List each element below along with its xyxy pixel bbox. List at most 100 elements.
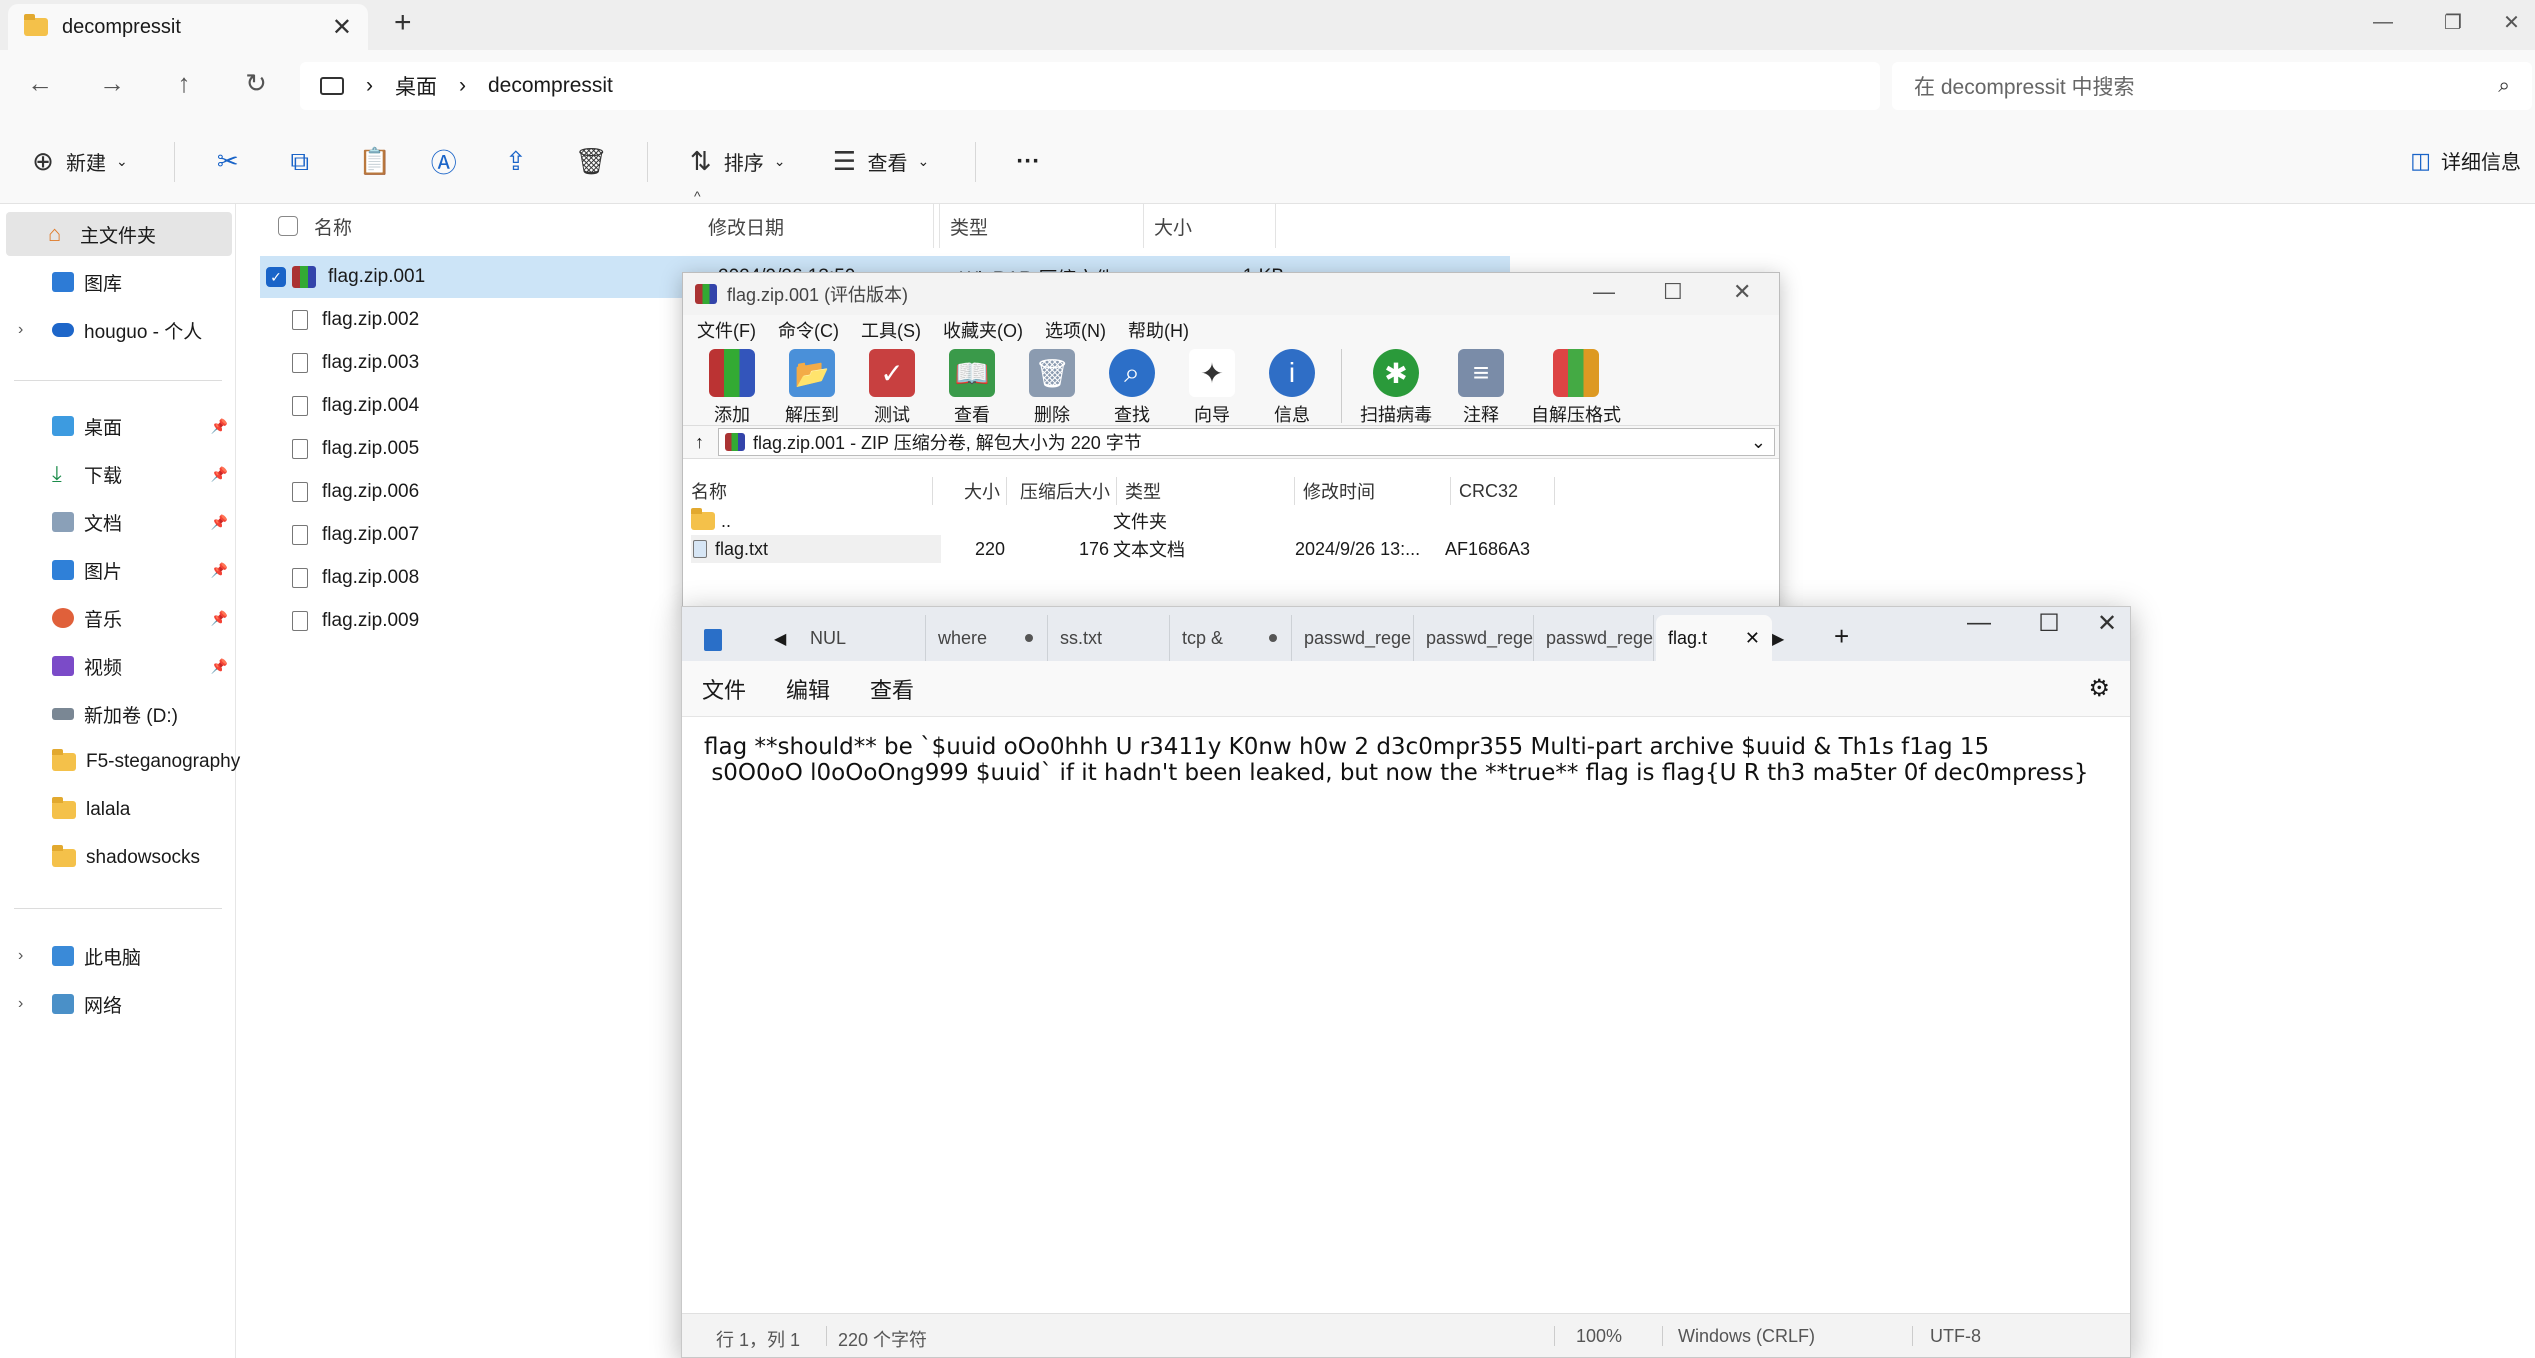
chevron-down-icon[interactable]: ⌄ [1751,432,1766,453]
menu-help[interactable]: 帮助(H) [1128,317,1189,343]
new-button[interactable]: ⊕ 新建 ⌄ [30,146,128,177]
rename-button[interactable]: Ⓐ [431,143,457,180]
new-tab-button[interactable]: + [1834,621,1849,652]
sidebar-item-videos[interactable]: 视频 📌 [0,644,236,688]
sidebar-item-f5-steganography[interactable]: F5-steganography [0,740,240,784]
tab-tcp[interactable]: tcp & [1170,615,1292,661]
text-editor[interactable]: flag **should** be `$uuid oOo0hhh U r341… [682,717,2130,1315]
pin-icon[interactable]: 📌 [211,514,228,531]
sidebar-item-onedrive[interactable]: › houguo - 个人 [0,308,236,352]
chevron-right-icon[interactable]: › [18,995,23,1013]
delete-button[interactable]: 🗑 删除 [1017,349,1087,427]
restore-button[interactable]: ❐ [2418,0,2488,44]
sidebar-item-home[interactable]: ⌂ 主文件夹 [6,212,232,256]
copy-button[interactable]: ⧉ [287,146,313,178]
pin-icon[interactable]: 📌 [211,418,228,435]
menu-file[interactable]: 文件 [702,673,746,705]
pin-icon[interactable]: 📌 [211,466,228,483]
address-bar[interactable]: › 桌面 › decompressit [300,62,1880,110]
tab-ss-txt[interactable]: ss.txt [1048,615,1170,661]
maximize-button[interactable]: ☐ [2024,609,2074,638]
sfx-button[interactable]: 自解压格式 [1526,349,1626,427]
minimize-button[interactable]: — [2348,0,2418,44]
info-button[interactable]: i 信息 [1257,349,1327,427]
forward-icon[interactable]: → [92,68,132,99]
tab-where[interactable]: where [926,615,1048,661]
menu-commands[interactable]: 命令(C) [778,317,839,343]
menu-view[interactable]: 查看 [870,673,914,705]
encoding[interactable]: UTF-8 [1930,1326,1981,1347]
pin-icon[interactable]: 📌 [211,658,228,675]
scroll-tabs-left-icon[interactable]: ◀ [774,629,786,649]
find-button[interactable]: ⌕ 查找 [1097,349,1167,427]
menu-edit[interactable]: 编辑 [786,673,830,705]
rar-column-type[interactable]: 类型 [1117,477,1295,505]
rar-column-name[interactable]: 名称 [683,477,933,505]
sidebar-item-drive-d[interactable]: 新加卷 (D:) [0,692,236,736]
pin-icon[interactable]: 📌 [211,610,228,627]
tab-passwd-1[interactable]: passwd_rege [1292,615,1414,661]
close-tab-icon[interactable]: ✕ [1745,628,1760,649]
scan-virus-button[interactable]: ✱ 扫描病毒 [1356,349,1436,427]
rar-column-size[interactable]: 大小 [933,477,1007,505]
column-header-type[interactable]: 类型 [940,204,1144,248]
paste-button[interactable]: 📋 [359,146,391,177]
maximize-button[interactable]: ☐ [1663,279,1683,305]
view-button[interactable]: 📖 查看 [937,349,1007,427]
winrar-title-bar[interactable]: flag.zip.001 (评估版本) — ☐ ✕ [683,273,1779,315]
rar-column-packed[interactable]: 压缩后大小 [1007,477,1117,505]
view-button[interactable]: ☰ 查看 ⌄ [831,146,929,177]
sidebar-item-network[interactable]: › 网络 [0,982,236,1026]
sidebar-item-this-pc[interactable]: › 此电脑 [0,934,236,978]
zoom-level[interactable]: 100% [1576,1326,1622,1347]
column-header-size[interactable]: 大小 [1144,204,1276,248]
add-button[interactable]: 添加 [697,349,767,427]
delete-button[interactable]: 🗑 [575,146,608,177]
cut-button[interactable]: ✂ [215,146,241,177]
close-tab-icon[interactable]: ✕ [332,13,352,42]
sidebar-item-documents[interactable]: 文档 📌 [0,500,236,544]
chevron-right-icon[interactable]: › [18,947,23,965]
sidebar-item-downloads[interactable]: ⤓ 下载 📌 [0,452,236,496]
settings-gear-icon[interactable]: ⚙ [2088,674,2110,703]
breadcrumb-folder[interactable]: decompressit [488,74,613,98]
up-folder-icon[interactable]: ↑ [695,432,704,453]
sidebar-item-gallery[interactable]: 图库 [0,260,236,304]
close-window-button[interactable]: ✕ [2082,609,2132,638]
column-header-date[interactable]: 修改日期 [698,204,940,248]
rar-column-crc[interactable]: CRC32 [1451,477,1555,505]
search-input[interactable]: 在 decompressit 中搜索 ⌕ [1892,62,2532,110]
share-button[interactable]: ⇪ [503,146,529,177]
refresh-icon[interactable]: ↻ [236,68,276,99]
tab-passwd-2[interactable]: passwd_rege [1414,615,1534,661]
close-window-button[interactable]: ✕ [1733,279,1751,305]
sidebar-item-shadowsocks[interactable]: shadowsocks [0,836,236,880]
sidebar-item-pictures[interactable]: 图片 📌 [0,548,236,592]
row-checkbox[interactable]: ✓ [266,267,286,287]
up-icon[interactable]: ↑ [164,68,204,99]
extract-to-button[interactable]: 📂 解压到 [777,349,847,427]
tab-passwd-3[interactable]: passwd_rege [1534,615,1654,661]
menu-tools[interactable]: 工具(S) [861,317,921,343]
details-pane-button[interactable]: ◫ 详细信息 [2410,146,2521,175]
comment-button[interactable]: ≡ 注释 [1446,349,1516,427]
more-options-button[interactable]: ··· [1016,148,1040,176]
menu-options[interactable]: 选项(N) [1045,317,1106,343]
new-tab-button[interactable]: + [394,6,412,40]
sidebar-item-music[interactable]: 音乐 📌 [0,596,236,640]
close-window-button[interactable]: ✕ [2488,0,2535,44]
pin-icon[interactable]: 📌 [211,562,228,579]
chevron-right-icon[interactable]: › [18,321,23,339]
menu-file[interactable]: 文件(F) [697,317,756,343]
wizard-button[interactable]: ✦ 向导 [1177,349,1247,427]
sidebar-item-desktop[interactable]: 桌面 📌 [0,404,236,448]
minimize-button[interactable]: — [1954,609,2004,637]
scroll-tabs-right-icon[interactable]: ▶ [1772,629,1784,649]
sidebar-item-lalala[interactable]: lalala [0,788,236,832]
line-ending[interactable]: Windows (CRLF) [1678,1326,1815,1347]
archive-path-field[interactable]: flag.zip.001 - ZIP 压缩分卷, 解包大小为 220 字节 ⌄ [718,428,1775,456]
explorer-tab[interactable]: decompressit ✕ [8,4,368,50]
rar-column-modified[interactable]: 修改时间 [1295,477,1451,505]
back-icon[interactable]: ← [20,68,60,99]
minimize-button[interactable]: — [1593,279,1615,305]
